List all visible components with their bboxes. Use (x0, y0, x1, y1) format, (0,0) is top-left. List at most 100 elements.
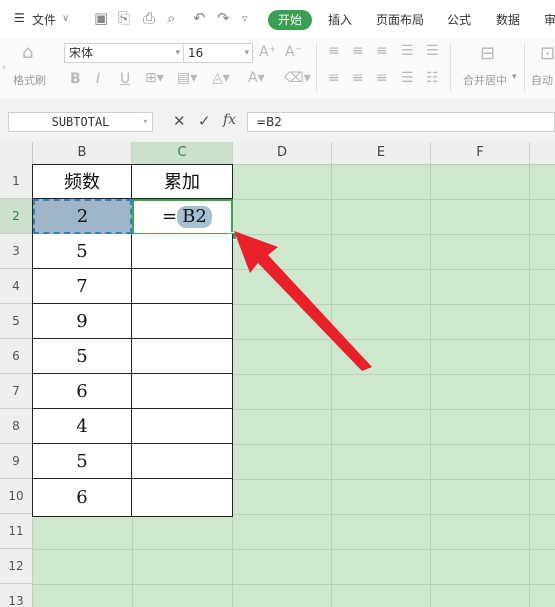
row-header-7[interactable]: 7 (0, 374, 33, 409)
cell-c2-editing[interactable]: = B2 (132, 199, 233, 235)
font-decrease-icon[interactable]: A⁻ (285, 44, 302, 60)
tab-insert[interactable]: 插入 (328, 11, 352, 28)
italic-icon[interactable]: I (96, 71, 100, 87)
tab-home[interactable]: 开始 (268, 10, 312, 30)
column-header-d[interactable]: D (233, 142, 332, 164)
tab-review[interactable]: 审 (544, 11, 555, 28)
row-header-3[interactable]: 3 (0, 234, 33, 269)
annotation-arrow (234, 231, 372, 371)
tab-data[interactable]: 数据 (496, 11, 520, 28)
file-menu[interactable]: 文件 (32, 11, 56, 28)
chevron-down-icon[interactable]: ∨ (62, 13, 69, 24)
formula-input[interactable]: =B2 (247, 112, 555, 132)
name-box[interactable]: SUBTOTAL ▾ (8, 112, 153, 132)
data-cell-c10[interactable] (132, 479, 233, 517)
data-cell-b5[interactable]: 9 (33, 304, 132, 339)
clear-icon[interactable]: ⌫▾ (284, 70, 311, 86)
hamburger-icon[interactable]: ☰ (14, 11, 25, 25)
font-size-select[interactable]: 16 ▾ (183, 43, 253, 63)
auto-wrap-label[interactable]: 自动 (531, 72, 553, 88)
cell-b2-reference[interactable]: 2 (33, 199, 132, 234)
ribbon-divider (316, 42, 317, 92)
ribbon-divider (450, 42, 451, 92)
column-header-c[interactable]: C (132, 142, 233, 164)
format-painter-label[interactable]: 格式刷 (13, 72, 46, 88)
undo-icon[interactable]: ↶ (193, 9, 206, 27)
customize-toolbar-icon[interactable]: ▿ (242, 12, 248, 25)
font-increase-icon[interactable]: A⁺ (259, 44, 276, 60)
data-cell-b10[interactable]: 6 (33, 479, 132, 517)
align-top-icon[interactable]: ≡ (328, 43, 340, 59)
data-cell-c8[interactable] (132, 409, 233, 444)
ribbon-divider (524, 42, 525, 92)
spreadsheet-grid[interactable]: B C D E F 1 2 3 4 5 6 7 8 9 10 11 12 13 … (0, 142, 555, 607)
data-cell-b4[interactable]: 7 (33, 269, 132, 304)
row-header-9[interactable]: 9 (0, 444, 33, 479)
bold-icon[interactable]: B (70, 71, 81, 87)
row-header-10[interactable]: 10 (0, 479, 33, 514)
export-icon[interactable]: ⎘ (118, 9, 130, 27)
wrap-text-icon[interactable]: ⊡ (540, 43, 555, 64)
formula-equals: = (162, 206, 178, 227)
confirm-formula-icon[interactable]: ✓ (198, 112, 211, 130)
tab-page-layout[interactable]: 页面布局 (376, 11, 424, 28)
redo-icon[interactable]: ↷ (217, 9, 230, 27)
data-cell-b9[interactable]: 5 (33, 444, 132, 479)
row-header-8[interactable]: 8 (0, 409, 33, 444)
distributed-icon[interactable]: ☷ (426, 70, 439, 86)
column-header-b[interactable]: B (33, 142, 132, 164)
data-cell-b7[interactable]: 6 (33, 374, 132, 409)
data-cell-c4[interactable] (132, 269, 233, 304)
print-preview-icon[interactable]: ⌕ (167, 9, 175, 27)
column-header-e[interactable]: E (332, 142, 431, 164)
column-headers: B C D E F (0, 142, 555, 165)
tab-formulas[interactable]: 公式 (447, 11, 471, 28)
ribbon: ‹ ⌂ 格式刷 宋体 ▾ 16 ▾ A⁺ A⁻ B I U ⊞▾ ▤▾ ◬▾ A▾ … (0, 38, 555, 99)
indent-icon[interactable]: ☰ (426, 43, 439, 59)
select-all-corner[interactable] (0, 142, 33, 164)
align-center-icon[interactable]: ≡ (352, 70, 364, 86)
underline-icon[interactable]: U (120, 71, 130, 87)
cancel-formula-icon[interactable]: ✕ (173, 112, 186, 130)
data-cell-c5[interactable] (132, 304, 233, 339)
chevron-down-icon[interactable]: ▾ (512, 72, 517, 82)
fill-color-icon[interactable]: ◬▾ (212, 70, 230, 86)
gridline (430, 164, 431, 607)
row-header-2[interactable]: 2 (0, 199, 33, 234)
insert-function-button[interactable]: fx (223, 112, 236, 128)
orientation-icon[interactable]: ☰ (401, 43, 414, 59)
align-left-icon[interactable]: ≡ (328, 70, 340, 86)
header-cell-cumulative[interactable]: 累加 (132, 164, 233, 199)
borders-icon[interactable]: ⊞▾ (145, 70, 164, 86)
data-cell-b3[interactable]: 5 (33, 234, 132, 269)
ribbon-scroll-left-icon[interactable]: ‹ (2, 62, 6, 73)
data-cell-c3[interactable] (132, 234, 233, 269)
merge-center-icon[interactable]: ⊟ (480, 43, 495, 64)
data-cell-b6[interactable]: 5 (33, 339, 132, 374)
data-cell-c6[interactable] (132, 339, 233, 374)
justify-icon[interactable]: ☰ (401, 70, 414, 86)
font-name-select[interactable]: 宋体 ▾ (64, 43, 184, 63)
print-icon[interactable]: ⎙ (143, 9, 155, 27)
data-cell-b8[interactable]: 4 (33, 409, 132, 444)
row-header-1[interactable]: 1 (0, 164, 33, 199)
row-header-11[interactable]: 11 (0, 514, 33, 549)
row-header-12[interactable]: 12 (0, 549, 33, 584)
cell-style-icon[interactable]: ▤▾ (177, 70, 197, 86)
data-cell-c7[interactable] (132, 374, 233, 409)
format-painter-icon[interactable]: ⌂ (22, 42, 33, 63)
align-middle-icon[interactable]: ≡ (352, 43, 364, 59)
font-color-icon[interactable]: A▾ (248, 70, 265, 86)
save-icon[interactable]: ▣ (94, 9, 108, 27)
column-header-f[interactable]: F (431, 142, 530, 164)
row-header-6[interactable]: 6 (0, 339, 33, 374)
data-cell-c9[interactable] (132, 444, 233, 479)
row-header-5[interactable]: 5 (0, 304, 33, 339)
align-bottom-icon[interactable]: ≡ (376, 43, 388, 59)
row-header-4[interactable]: 4 (0, 269, 33, 304)
gridline (33, 584, 555, 585)
row-header-13[interactable]: 13 (0, 584, 33, 607)
merge-center-label[interactable]: 合并居中 (463, 72, 507, 88)
align-right-icon[interactable]: ≡ (376, 70, 388, 86)
header-cell-frequency[interactable]: 频数 (33, 164, 132, 199)
